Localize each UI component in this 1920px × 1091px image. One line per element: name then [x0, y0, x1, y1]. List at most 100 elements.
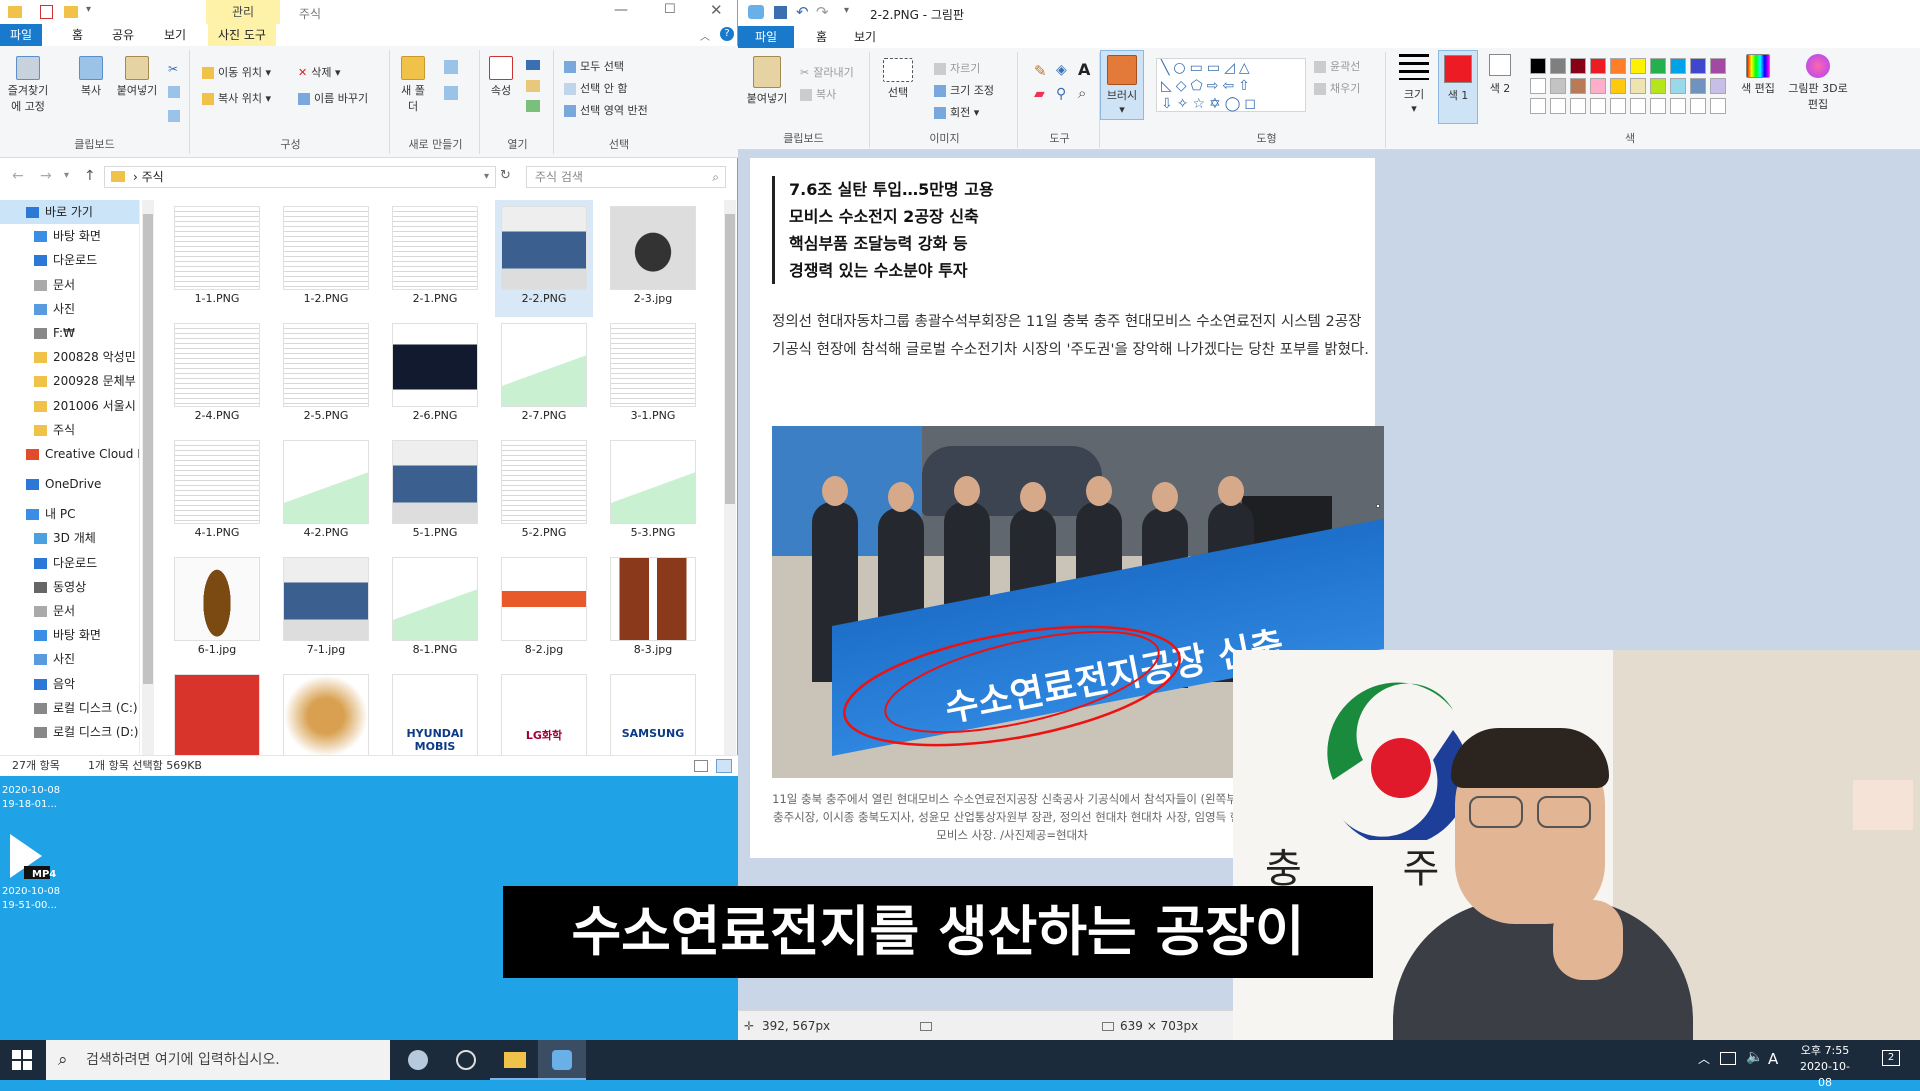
pencil-icon[interactable]: ✎	[1034, 62, 1047, 80]
nav-item[interactable]: 음악	[0, 672, 139, 696]
file-thumbnail[interactable]: 2-7.PNG	[495, 317, 593, 434]
grid-scrollbar[interactable]	[724, 200, 736, 755]
file-thumbnail[interactable]: 2-6.PNG	[386, 317, 484, 434]
open-icon[interactable]	[526, 60, 540, 70]
desktop-file-2[interactable]: MP4 2020-10-08 19-51-00...	[2, 830, 60, 913]
nav-item[interactable]: 201006 서울시	[0, 394, 139, 418]
select-all-button[interactable]: 모두 선택	[564, 58, 624, 74]
copy-button[interactable]: 복사	[800, 86, 836, 102]
show-hidden-icons-icon[interactable]: ︿	[1698, 1050, 1710, 1067]
select-none-button[interactable]: 선택 안 함	[564, 80, 627, 96]
nav-item[interactable]: 내 PC	[0, 502, 139, 526]
tab-picture-tools[interactable]: 사진 도구	[208, 24, 276, 46]
edit-icon[interactable]	[526, 80, 540, 92]
network-icon[interactable]	[1720, 1052, 1736, 1065]
custom-color-swatch[interactable]	[1710, 98, 1726, 114]
notification-center-icon[interactable]: 2	[1882, 1050, 1900, 1066]
palette-color-swatch[interactable]	[1670, 78, 1686, 94]
paste-button[interactable]: 붙여넣기	[742, 56, 792, 106]
file-thumbnail[interactable]: 2-2.PNG	[495, 200, 593, 317]
palette-color-swatch[interactable]	[1710, 58, 1726, 74]
maximize-icon[interactable]: ☐	[664, 2, 676, 17]
taskbar-search-input[interactable]: ⌕ 검색하려면 여기에 입력하십시오.	[46, 1040, 390, 1080]
fill-button[interactable]: 채우기	[1314, 80, 1360, 96]
new-folder-icon[interactable]	[64, 6, 78, 18]
shapes-gallery[interactable]: ╲○▭▭◿△ ◺◇⬠⇨⇦⇧ ⇩✧☆✡◯◻	[1156, 58, 1306, 112]
file-thumbnail[interactable]	[168, 668, 266, 755]
nav-item[interactable]: 사진	[0, 647, 139, 671]
save-icon[interactable]	[774, 6, 787, 19]
custom-color-swatch[interactable]	[1530, 98, 1546, 114]
tab-share[interactable]: 공유	[102, 24, 144, 46]
size-button[interactable]: 크기 ▾	[1394, 54, 1434, 115]
file-thumbnail[interactable]: 3-1.PNG	[604, 317, 702, 434]
volume-icon[interactable]: 🔈	[1746, 1049, 1763, 1065]
refresh-icon[interactable]: ↻	[500, 168, 511, 183]
canvas-resize-handle[interactable]	[1376, 504, 1380, 508]
palette-color-swatch[interactable]	[1570, 78, 1586, 94]
color2-button[interactable]: 색 2	[1482, 54, 1518, 96]
file-thumbnail[interactable]: 2-3.jpg	[604, 200, 702, 317]
nav-item[interactable]: 문서	[0, 273, 139, 297]
taskbar-app-paint[interactable]	[538, 1040, 586, 1080]
details-view-icon[interactable]	[694, 760, 708, 772]
palette-color-swatch[interactable]	[1550, 58, 1566, 74]
custom-color-swatch[interactable]	[1670, 98, 1686, 114]
history-icon[interactable]	[526, 100, 540, 112]
paint-tab-view[interactable]: 보기	[844, 26, 886, 48]
file-thumbnail[interactable]: HYUNDAI MOBIS	[386, 668, 484, 755]
palette-color-swatch[interactable]	[1710, 78, 1726, 94]
properties-icon[interactable]	[40, 5, 53, 19]
nav-item[interactable]: 로컬 디스크 (C:)	[0, 696, 139, 720]
select-button[interactable]: 선택	[878, 58, 918, 100]
address-dropdown-icon[interactable]: ▾	[484, 167, 489, 187]
nav-item[interactable]: 주식	[0, 418, 139, 442]
nav-scrollbar[interactable]	[142, 200, 154, 755]
nav-item[interactable]: 200828 악성민	[0, 345, 139, 369]
file-thumbnail[interactable]: SAMSUNG	[604, 668, 702, 755]
file-thumbnail[interactable]: 4-1.PNG	[168, 434, 266, 551]
nav-item[interactable]: 바로 가기	[0, 200, 139, 225]
palette-color-swatch[interactable]	[1570, 58, 1586, 74]
palette-color-swatch[interactable]	[1690, 58, 1706, 74]
file-thumbnail[interactable]: 8-2.jpg	[495, 551, 593, 668]
ime-indicator[interactable]: A	[1768, 1050, 1778, 1068]
nav-item[interactable]: 다운로드	[0, 551, 139, 575]
copy-to-button[interactable]: 복사 위치 ▾	[202, 90, 271, 106]
color-picker-icon[interactable]: ⚲	[1056, 86, 1066, 102]
taskbar-app-pinned-1[interactable]	[394, 1040, 442, 1080]
pin-quick-access-button[interactable]: 즐겨찾기에 고정	[4, 56, 52, 114]
cut-button[interactable]: ✂ 잘라내기	[800, 64, 854, 80]
palette-color-swatch[interactable]	[1670, 58, 1686, 74]
clock[interactable]: 오후 7:55 2020-10-08	[1794, 1043, 1856, 1091]
file-thumbnail[interactable]: 8-1.PNG	[386, 551, 484, 668]
file-thumbnail[interactable]: 7-1.jpg	[277, 551, 375, 668]
custom-color-swatch[interactable]	[1550, 98, 1566, 114]
recent-locations-icon[interactable]: ▾	[64, 170, 69, 181]
resize-button[interactable]: 크기 조정	[934, 82, 994, 98]
undo-icon[interactable]: ↶	[796, 3, 809, 21]
nav-item[interactable]: Creative Cloud Fil	[0, 442, 139, 466]
tab-home[interactable]: 홈	[62, 24, 93, 46]
palette-color-swatch[interactable]	[1530, 78, 1546, 94]
file-thumbnail[interactable]: 2-5.PNG	[277, 317, 375, 434]
large-icons-view-icon[interactable]	[716, 759, 732, 773]
custom-color-swatch[interactable]	[1650, 98, 1666, 114]
paste-shortcut-icon[interactable]	[168, 110, 180, 122]
nav-item[interactable]: 로컬 디스크 (D:)	[0, 720, 139, 744]
help-icon[interactable]: ?	[720, 27, 734, 41]
palette-color-swatch[interactable]	[1630, 78, 1646, 94]
nav-item[interactable]: F:₩	[0, 321, 139, 345]
file-thumbnail[interactable]: 5-2.PNG	[495, 434, 593, 551]
new-item-icon[interactable]	[444, 60, 458, 74]
crop-button[interactable]: 자르기	[934, 60, 980, 76]
quick-access-dropdown-icon[interactable]: ▾	[844, 5, 849, 16]
custom-color-swatch[interactable]	[1690, 98, 1706, 114]
outline-button[interactable]: 윤곽선	[1314, 58, 1360, 74]
file-thumbnail[interactable]	[277, 668, 375, 755]
custom-color-swatch[interactable]	[1590, 98, 1606, 114]
file-thumbnail[interactable]: 1-2.PNG	[277, 200, 375, 317]
palette-color-swatch[interactable]	[1610, 58, 1626, 74]
file-thumbnail[interactable]: 8-3.jpg	[604, 551, 702, 668]
up-icon[interactable]: ↑	[84, 168, 96, 184]
